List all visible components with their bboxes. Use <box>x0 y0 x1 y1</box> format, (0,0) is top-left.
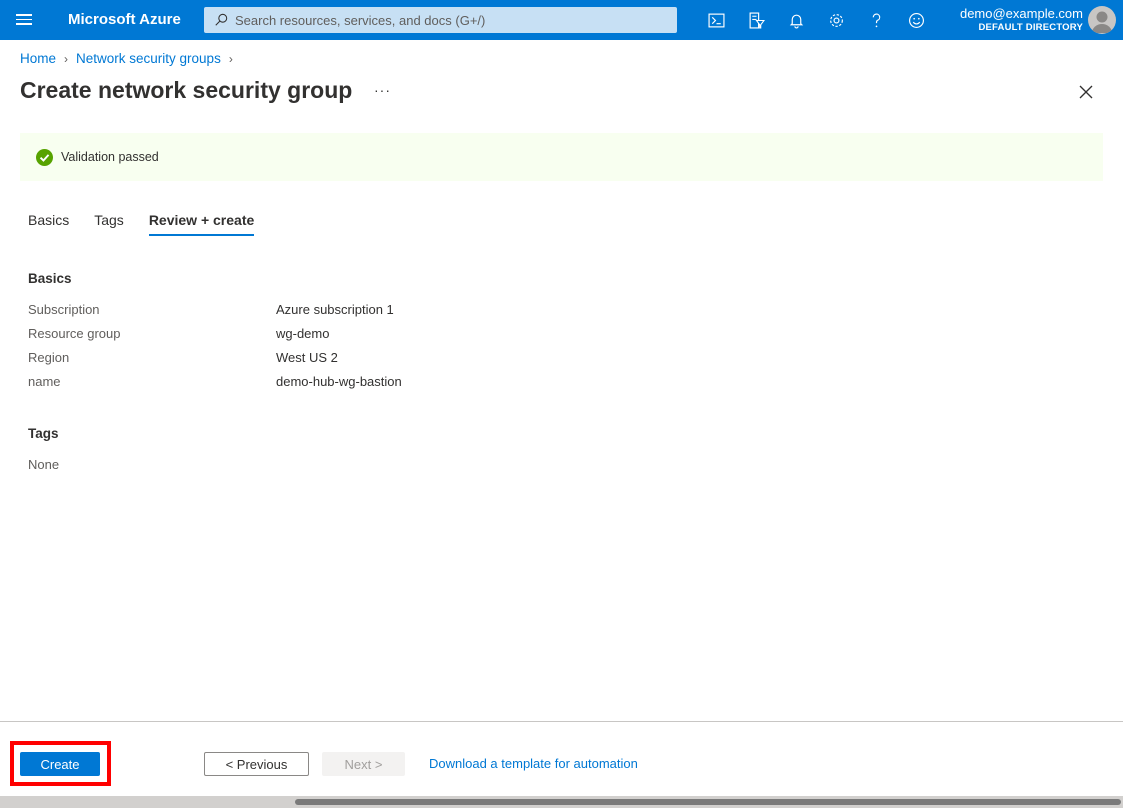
more-options-button[interactable]: ··· <box>374 82 391 98</box>
row-label: Subscription <box>28 302 100 317</box>
tab-tags[interactable]: Tags <box>94 212 124 234</box>
validation-message: Validation passed <box>61 150 159 164</box>
create-button[interactable]: Create <box>20 752 100 776</box>
account-email: demo@example.com <box>959 6 1083 21</box>
wizard-tabs: Basics Tags Review + create <box>28 212 279 236</box>
row-label: name <box>28 374 61 389</box>
account-directory: DEFAULT DIRECTORY <box>978 22 1083 33</box>
review-row-subscription: Subscription Azure subscription 1 <box>28 302 628 322</box>
close-icon[interactable] <box>1076 82 1096 102</box>
search-icon <box>215 13 228 26</box>
help-icon[interactable] <box>856 0 896 40</box>
row-label: Region <box>28 350 70 365</box>
review-row-region: Region West US 2 <box>28 350 628 370</box>
previous-button[interactable]: < Previous <box>204 752 309 776</box>
row-value: wg-demo <box>276 326 330 341</box>
avatar[interactable] <box>1088 6 1116 34</box>
row-value: West US 2 <box>276 350 338 365</box>
scrollbar-thumb[interactable] <box>295 799 1121 805</box>
feedback-icon[interactable] <box>896 0 936 40</box>
tab-review-create[interactable]: Review + create <box>148 212 255 236</box>
horizontal-scrollbar[interactable] <box>0 796 1123 808</box>
cloud-shell-icon[interactable] <box>696 0 736 40</box>
search-box[interactable] <box>204 7 677 33</box>
search-input[interactable] <box>235 12 655 28</box>
tab-basics[interactable]: Basics <box>28 212 69 234</box>
top-bar: Microsoft Azure demo@example.com DEFAULT… <box>0 0 1123 40</box>
breadcrumb: Home › Network security groups › <box>20 51 241 66</box>
next-button: Next > <box>322 752 405 776</box>
review-row-resource-group: Resource group wg-demo <box>28 326 628 346</box>
user-avatar-icon <box>1092 11 1112 33</box>
row-value: demo-hub-wg-bastion <box>276 374 402 389</box>
tags-value: None <box>28 457 60 472</box>
hamburger-menu-icon[interactable] <box>16 12 32 28</box>
section-tags-title: Tags <box>28 426 59 441</box>
row-value: Azure subscription 1 <box>276 302 394 317</box>
success-check-icon <box>36 148 53 166</box>
settings-icon[interactable] <box>816 0 856 40</box>
download-template-link[interactable]: Download a template for automation <box>429 756 638 771</box>
section-basics-title: Basics <box>28 271 72 286</box>
review-row-name: name demo-hub-wg-bastion <box>28 374 628 394</box>
brand-name[interactable]: Microsoft Azure <box>68 11 181 28</box>
breadcrumb-network-security-groups[interactable]: Network security groups <box>76 51 221 66</box>
row-label: Resource group <box>28 326 121 341</box>
chevron-right-icon: › <box>228 51 233 66</box>
breadcrumb-home[interactable]: Home <box>20 51 56 66</box>
footer-divider <box>0 721 1123 722</box>
chevron-right-icon: › <box>64 51 69 66</box>
validation-banner: Validation passed <box>20 133 1103 181</box>
page-title: Create network security group <box>20 77 353 103</box>
account-menu[interactable]: demo@example.com DEFAULT DIRECTORY <box>960 6 1083 34</box>
directory-filter-icon[interactable] <box>736 0 776 40</box>
notifications-icon[interactable] <box>776 0 816 40</box>
